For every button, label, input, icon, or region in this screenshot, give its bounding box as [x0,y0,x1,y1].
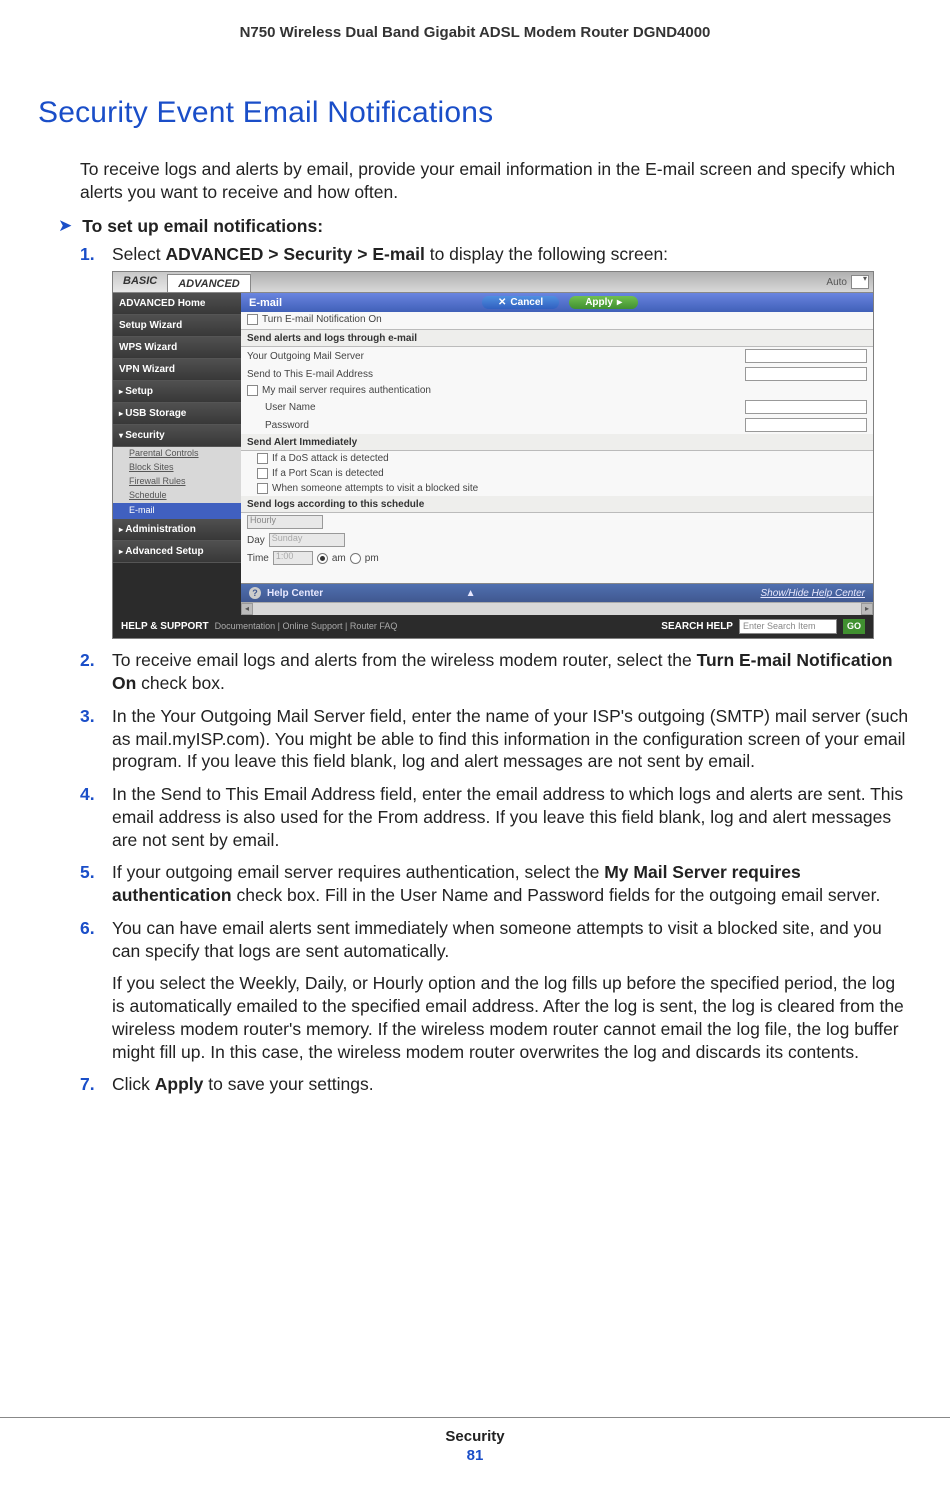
step5-pre: If your outgoing email server requires a… [112,862,604,882]
step7-bold: Apply [155,1074,204,1094]
step-6: You can have email alerts sent immediate… [80,917,912,1064]
turn-on-checkbox[interactable] [247,314,258,325]
step7-pre: Click [112,1074,155,1094]
arrow-icon: ➤ [58,216,72,236]
time-select[interactable]: 1:00 [273,551,313,565]
step-3: In the Your Outgoing Mail Server field, … [80,705,912,773]
step-4: In the Send to This Email Address field,… [80,783,912,851]
help-toggle-link[interactable]: Show/Hide Help Center [760,588,865,599]
sendto-input[interactable] [745,367,867,381]
help-icon: ? [249,587,261,599]
auto-label: Auto [826,277,847,288]
apply-button[interactable]: Apply ▸ [569,296,638,309]
help-support-label: HELP & SUPPORT [121,621,209,632]
step-5: If your outgoing email server requires a… [80,861,912,907]
panel-title: E-mail [249,297,282,309]
dos-checkbox[interactable] [257,453,268,464]
cancel-button[interactable]: ✕ Cancel [482,296,559,309]
close-icon: ✕ [498,297,506,308]
step2-pre: To receive email logs and alerts from th… [112,650,697,670]
sidebar-setup[interactable]: Setup [113,381,241,403]
sidebar-security[interactable]: Security [113,425,241,447]
arrow-right-icon: ▸ [617,297,622,308]
outgoing-label: Your Outgoing Mail Server [247,351,364,362]
blocked-label: When someone attempts to visit a blocked… [272,483,478,494]
page-number: 81 [0,1447,950,1464]
sidebar-schedule[interactable]: Schedule [113,489,241,503]
section-schedule: Send logs according to this schedule [241,496,873,513]
footer-section: Security [0,1428,950,1445]
step-1: Select ADVANCED > Security > E-mail to d… [80,243,912,640]
scroll-right-icon[interactable]: ▸ [861,603,873,615]
step2-post: check box. [136,673,225,693]
expand-up-icon[interactable]: ▲ [466,588,476,599]
step-2: To receive email logs and alerts from th… [80,649,912,695]
outgoing-input[interactable] [745,349,867,363]
sidebar-parental-controls[interactable]: Parental Controls [113,447,241,461]
help-center-label: Help Center [267,588,323,599]
am-label: am [332,553,346,564]
sidebar-block-sites[interactable]: Block Sites [113,461,241,475]
sidebar-administration[interactable]: Administration [113,519,241,541]
step6-b: If you select the Weekly, Daily, or Hour… [112,972,912,1063]
sidebar-wps-wizard[interactable]: WPS Wizard [113,337,241,359]
section-title: Security Event Email Notifications [38,96,912,130]
day-select[interactable]: Sunday [269,533,345,547]
step1-path: ADVANCED > Security > E-mail [166,244,425,264]
go-button[interactable]: GO [843,619,865,634]
search-help-label: SEARCH HELP [661,621,733,632]
portscan-checkbox[interactable] [257,468,268,479]
step6-a: You can have email alerts sent immediate… [112,918,882,961]
apply-label: Apply [585,297,613,308]
password-input[interactable] [745,418,867,432]
blocked-checkbox[interactable] [257,483,268,494]
step-7: Click Apply to save your settings. [80,1073,912,1096]
step7-post: to save your settings. [203,1074,373,1094]
auth-label: My mail server requires authentication [262,385,431,396]
sidebar-firewall-rules[interactable]: Firewall Rules [113,475,241,489]
section-alert-immediately: Send Alert Immediately [241,434,873,451]
scrollbar-h[interactable]: ◂ ▸ [241,602,873,615]
day-label: Day [247,535,265,546]
pm-label: pm [365,553,379,564]
sidebar-advanced-home[interactable]: ADVANCED Home [113,293,241,315]
sendto-label: Send to This E-mail Address [247,369,373,380]
step1-pre: Select [112,244,166,264]
pm-radio[interactable] [350,553,361,564]
procedure-heading: To set up email notifications: [82,216,323,237]
section-send-alerts: Send alerts and logs through e-mail [241,330,873,347]
sidebar-email[interactable]: E-mail [113,503,241,519]
page-header: N750 Wireless Dual Band Gigabit ADSL Mod… [38,24,912,41]
tab-advanced[interactable]: ADVANCED [167,274,251,292]
auth-checkbox[interactable] [247,385,258,396]
footer-links[interactable]: Documentation | Online Support | Router … [215,622,398,632]
sidebar-usb[interactable]: USB Storage [113,403,241,425]
password-label: Password [265,420,309,431]
search-input[interactable]: Enter Search Item [739,619,837,634]
tab-basic[interactable]: BASIC [113,272,167,292]
turn-on-label: Turn E-mail Notification On [262,314,382,325]
portscan-label: If a Port Scan is detected [272,468,384,479]
sidebar: ADVANCED Home Setup Wizard WPS Wizard VP… [113,293,241,615]
am-radio[interactable] [317,553,328,564]
time-label: Time [247,553,269,564]
scroll-left-icon[interactable]: ◂ [241,603,253,615]
step1-post: to display the following screen: [425,244,668,264]
username-input[interactable] [745,400,867,414]
auto-select[interactable] [851,275,869,289]
sidebar-vpn-wizard[interactable]: VPN Wizard [113,359,241,381]
username-label: User Name [265,402,316,413]
router-ui-screenshot: BASIC ADVANCED Auto ADVANCED Home Setup … [112,271,874,639]
step5-post: check box. Fill in the User Name and Pas… [232,885,881,905]
intro-text: To receive logs and alerts by email, pro… [80,158,912,204]
schedule-select[interactable]: Hourly [247,515,323,529]
dos-label: If a DoS attack is detected [272,453,389,464]
cancel-label: Cancel [510,297,543,308]
sidebar-advanced-setup[interactable]: Advanced Setup [113,541,241,563]
sidebar-setup-wizard[interactable]: Setup Wizard [113,315,241,337]
